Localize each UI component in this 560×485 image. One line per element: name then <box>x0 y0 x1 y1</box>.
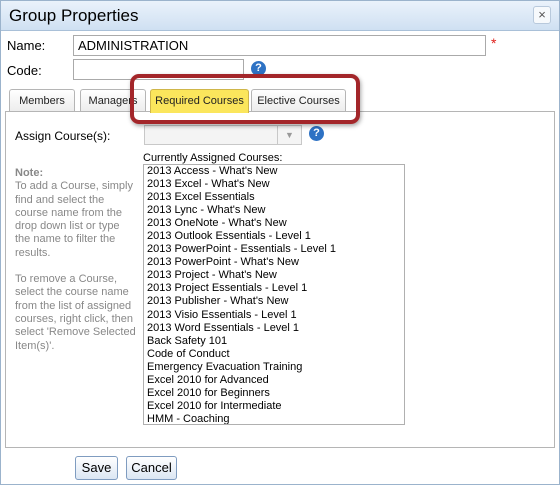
name-field[interactable] <box>73 35 486 56</box>
required-marker: * <box>491 35 497 51</box>
cancel-button[interactable]: Cancel <box>126 456 177 480</box>
assign-courses-label: Assign Course(s): <box>15 129 111 143</box>
name-label: Name: <box>7 38 46 53</box>
list-item[interactable]: 2013 PowerPoint - What's New <box>144 256 404 269</box>
list-item[interactable]: 2013 OneNote - What's New <box>144 217 404 230</box>
list-item[interactable]: 2013 Excel - What's New <box>144 178 404 191</box>
code-label: Code: <box>7 63 42 78</box>
assign-course-select[interactable]: ▼ <box>144 125 302 145</box>
note-add-course: To add a Course, simply find and select … <box>15 180 133 259</box>
note-text: Note: To add a Course, simply find and s… <box>15 167 137 353</box>
tab-members[interactable]: Members <box>9 89 75 112</box>
note-title: Note: <box>15 167 44 179</box>
save-button[interactable]: Save <box>75 456 118 480</box>
list-item[interactable]: 2013 Excel Essentials <box>144 191 404 204</box>
list-item[interactable]: 2013 Word Essentials - Level 1 <box>144 322 404 335</box>
assigned-courses-list[interactable]: 2013 Access - What's New 2013 Excel - Wh… <box>143 164 405 425</box>
dialog-title: Group Properties <box>9 6 139 25</box>
note-remove-course: To remove a Course, select the course na… <box>15 273 136 352</box>
list-item[interactable]: 2013 Publisher - What's New <box>144 295 404 308</box>
list-item[interactable]: 2013 Outlook Essentials - Level 1 <box>144 230 404 243</box>
list-item[interactable]: HMM - Coaching <box>144 413 404 424</box>
list-item[interactable]: Excel 2010 for Beginners <box>144 387 404 400</box>
list-item[interactable]: Excel 2010 for Intermediate <box>144 400 404 413</box>
assign-help-icon[interactable]: ? <box>309 126 324 141</box>
list-item[interactable]: 2013 PowerPoint - Essentials - Level 1 <box>144 243 404 256</box>
chevron-down-icon[interactable]: ▼ <box>277 126 301 144</box>
list-item[interactable]: 2013 Visio Essentials - Level 1 <box>144 309 404 322</box>
list-item[interactable]: Emergency Evacuation Training <box>144 361 404 374</box>
list-item[interactable]: Back Safety 101 <box>144 335 404 348</box>
group-properties-dialog: Group Properties × Name: * Code: ? Membe… <box>0 0 560 485</box>
list-item[interactable]: 2013 Lync - What's New <box>144 204 404 217</box>
tabs-highlight-annotation <box>130 74 360 124</box>
list-item[interactable]: Excel 2010 for Advanced <box>144 374 404 387</box>
list-item[interactable]: 2013 Project Essentials - Level 1 <box>144 282 404 295</box>
dialog-titlebar[interactable]: Group Properties × <box>1 1 559 31</box>
assigned-courses-label: Currently Assigned Courses: <box>143 152 283 164</box>
list-item[interactable]: 2013 Access - What's New <box>144 165 404 178</box>
list-item[interactable]: 2013 Project - What's New <box>144 269 404 282</box>
list-item[interactable]: Code of Conduct <box>144 348 404 361</box>
close-icon[interactable]: × <box>533 6 551 24</box>
